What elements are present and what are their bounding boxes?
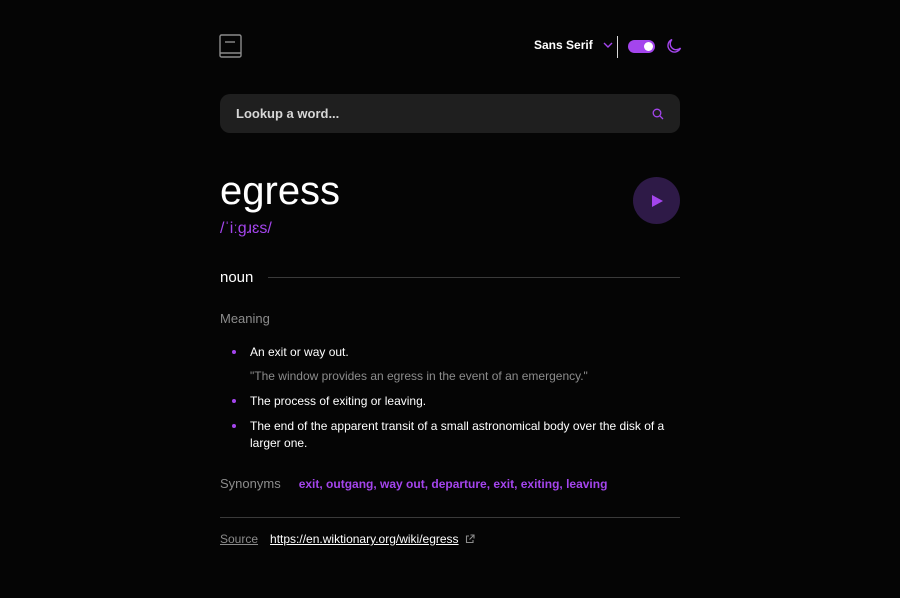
font-selector[interactable]: Sans Serif — [534, 38, 613, 52]
definition-text: The process of exiting or leaving. — [250, 394, 427, 408]
definition-example: "The window provides an egress in the ev… — [250, 369, 588, 383]
source-label: Source — [220, 532, 259, 546]
definition-item: An exit or way out. — [232, 344, 680, 361]
book-icon[interactable] — [219, 34, 243, 60]
synonyms-row: Synonyms exit, outgang, way out, departu… — [220, 476, 607, 491]
header-divider — [617, 36, 618, 58]
part-of-speech: noun — [220, 269, 254, 286]
definition-list: An exit or way out. "The window provides… — [232, 344, 680, 452]
search-bar[interactable]: Lookup a word... — [220, 94, 680, 133]
external-link-icon[interactable] — [465, 534, 475, 544]
chevron-down-icon — [603, 42, 613, 48]
font-selector-label: Sans Serif — [534, 38, 593, 52]
definition-item: The process of exiting or leaving. — [232, 393, 680, 410]
synonyms-list[interactable]: exit, outgang, way out, departure, exit,… — [299, 477, 608, 491]
play-icon — [651, 194, 663, 207]
source-link[interactable]: https://en.wiktionary.org/wiki/egress — [270, 532, 475, 546]
definition-item: The end of the apparent transit of a sma… — [232, 418, 680, 452]
definition-text: An exit or way out. — [250, 345, 349, 359]
source-url[interactable]: https://en.wiktionary.org/wiki/egress — [270, 532, 459, 546]
search-icon[interactable] — [652, 108, 664, 120]
theme-toggle[interactable] — [628, 40, 655, 53]
meaning-heading: Meaning — [220, 311, 270, 326]
synonyms-label: Synonyms — [220, 476, 281, 491]
definition-text: The end of the apparent transit of a sma… — [250, 419, 665, 450]
phonetic: /ˈiːɡɹɛs/ — [220, 220, 272, 237]
moon-icon[interactable] — [666, 38, 682, 54]
part-of-speech-divider — [268, 277, 680, 278]
play-audio-button[interactable] — [633, 177, 680, 224]
dictionary-app: Sans Serif Lookup a word... egress /ˈiːɡ… — [0, 0, 900, 598]
search-input[interactable]: Lookup a word... — [236, 106, 652, 121]
word-title: egress — [220, 169, 341, 213]
source-row: Source https://en.wiktionary.org/wiki/eg… — [220, 532, 475, 546]
footer-divider — [220, 517, 680, 518]
toggle-knob — [644, 42, 653, 51]
